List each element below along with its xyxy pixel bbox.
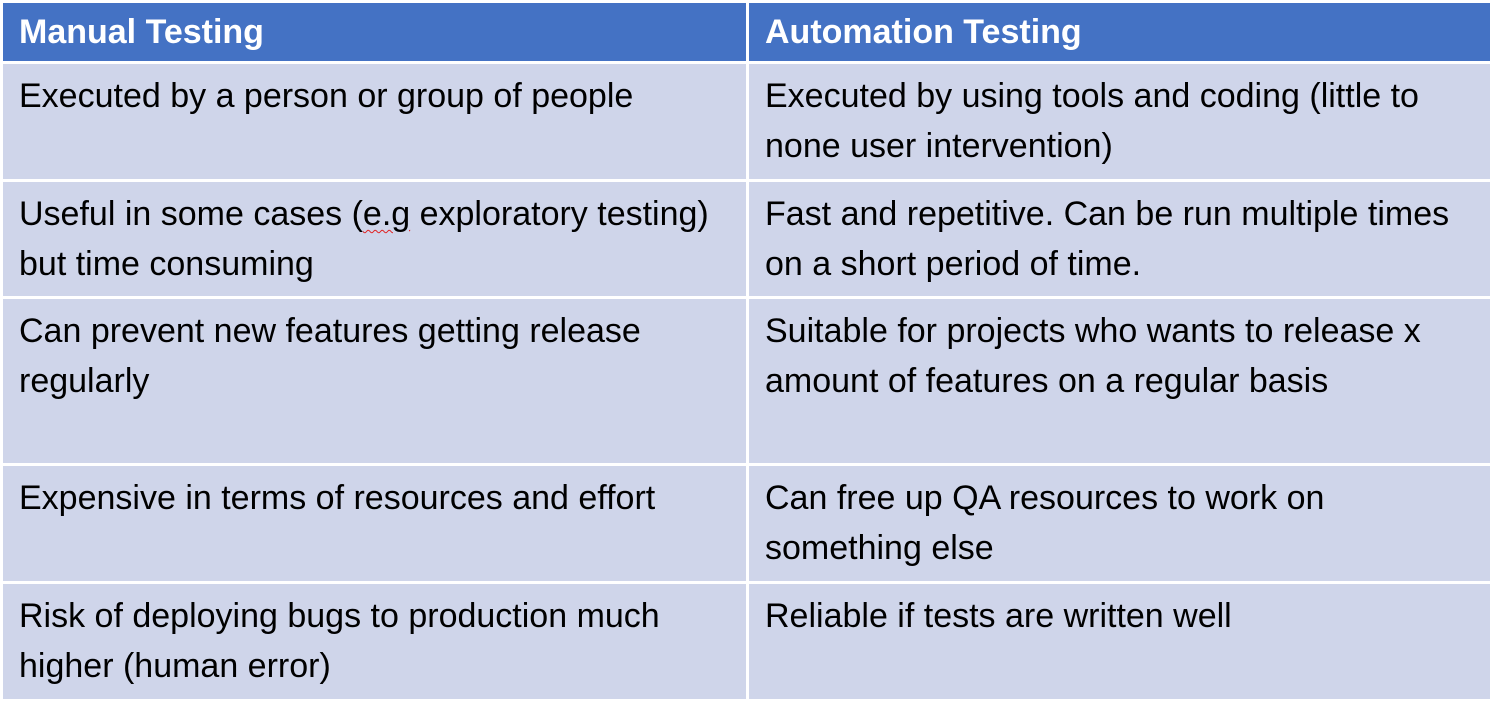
table-row: Useful in some cases (e.g exploratory te… <box>2 181 1490 298</box>
automation-cell: Fast and repetitive. Can be run multiple… <box>748 181 1490 298</box>
manual-cell: Risk of deploying bugs to production muc… <box>2 583 748 701</box>
table-row: Expensive in terms of resources and effo… <box>2 465 1490 583</box>
automation-cell: Can free up QA resources to work on some… <box>748 465 1490 583</box>
manual-cell: Executed by a person or group of people <box>2 63 748 181</box>
table-row: Can prevent new features getting release… <box>2 298 1490 465</box>
manual-cell: Useful in some cases (e.g exploratory te… <box>2 181 748 298</box>
table-row: Risk of deploying bugs to production muc… <box>2 583 1490 701</box>
table-row: Executed by a person or group of people … <box>2 63 1490 181</box>
header-manual-testing: Manual Testing <box>2 2 748 63</box>
manual-cell: Can prevent new features getting release… <box>2 298 748 465</box>
manual-cell: Expensive in terms of resources and effo… <box>2 465 748 583</box>
manual-text-start: Useful in some cases ( <box>19 195 363 233</box>
automation-cell: Reliable if tests are written well <box>748 583 1490 701</box>
header-row: Manual Testing Automation Testing <box>2 2 1490 63</box>
header-automation-testing: Automation Testing <box>748 2 1490 63</box>
comparison-table: Manual Testing Automation Testing Execut… <box>0 0 1490 702</box>
automation-cell: Suitable for projects who wants to relea… <box>748 298 1490 465</box>
automation-cell: Executed by using tools and coding (litt… <box>748 63 1490 181</box>
spellcheck-flagged-word: e.g <box>363 195 410 233</box>
